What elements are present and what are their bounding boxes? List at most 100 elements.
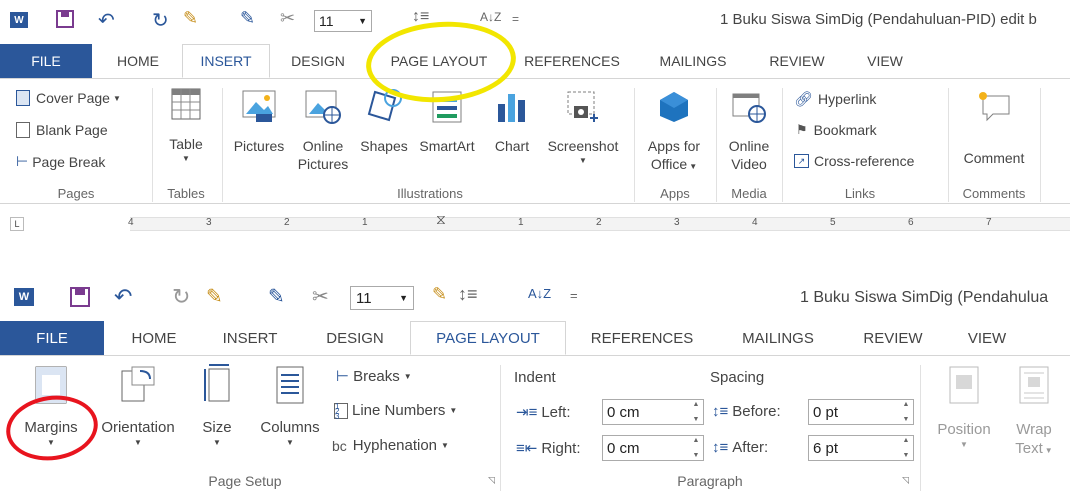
ruler-number: 5 [830, 217, 836, 228]
tab-view-label: VIEW [867, 53, 903, 69]
customize-qat-icon[interactable]: = [512, 12, 519, 26]
cut-icon[interactable]: ✂ [312, 284, 329, 309]
track-changes-icon[interactable]: ✎ [240, 8, 255, 29]
screenshot-button[interactable]: Screenshot ▼ [540, 90, 626, 166]
group-separator [222, 88, 223, 202]
spacing-after-label: ↕≡ After: [712, 439, 768, 456]
online-pictures-button[interactable]: Online Pictures [294, 90, 352, 173]
customize-qat-icon[interactable]: = [570, 288, 578, 303]
columns-button[interactable]: Columns ▼ [250, 365, 330, 448]
ruler-number: 1 [362, 217, 368, 228]
spinner-arrows-icon[interactable]: ▲ ▼ [901, 437, 911, 459]
hyperlink-button[interactable]: 🔗︎ Hyperlink [794, 90, 876, 108]
horizontal-ruler[interactable]: L 4 3 2 1 ⧖ 1 2 3 4 5 6 7 [0, 205, 1070, 239]
cover-page-icon [16, 90, 30, 106]
tab-insert[interactable]: INSERT [182, 44, 270, 78]
tab-mailings[interactable]: MAILINGS [728, 321, 828, 355]
page-break-button[interactable]: ⊢ Page Break [16, 153, 105, 170]
spinner-arrows-icon[interactable]: ▲ ▼ [691, 401, 701, 423]
cross-reference-icon: ↗ [794, 154, 809, 168]
hyphenation-button[interactable]: bc Hyphenation ▼ [332, 437, 449, 454]
indent-right-input[interactable]: 0 cm ▲ ▼ [602, 435, 704, 461]
tab-home-label: HOME [117, 53, 159, 69]
line-spacing-icon[interactable]: ↕≡ [458, 284, 478, 305]
sort-icon[interactable]: A↓Z [480, 10, 501, 24]
spacing-before-input[interactable]: 0 pt ▲ ▼ [808, 399, 914, 425]
save-icon[interactable] [70, 287, 90, 307]
cross-reference-button[interactable]: ↗ Cross-reference [794, 153, 914, 169]
format-painter-icon[interactable]: ✎ [183, 8, 198, 29]
tab-file[interactable]: FILE [0, 321, 104, 355]
word-app-icon[interactable]: W [10, 12, 28, 28]
online-pictures-label: Online [302, 138, 344, 154]
tab-review-label: REVIEW [769, 53, 825, 69]
pictures-button[interactable]: Pictures [230, 90, 288, 156]
sort-icon[interactable]: A↓Z [528, 286, 551, 301]
undo-icon[interactable]: ↶ [114, 284, 132, 310]
tab-references-label: REFERENCES [590, 329, 694, 347]
table-icon [171, 88, 201, 120]
tab-insert[interactable]: INSERT [210, 321, 290, 355]
tab-design[interactable]: DESIGN [278, 44, 358, 78]
bookmark-button[interactable]: ⚑ Bookmark [796, 122, 877, 138]
ruler-number: 3 [674, 217, 680, 228]
orientation-icon [121, 366, 155, 402]
tab-review[interactable]: REVIEW [762, 44, 832, 78]
wrap-text-button[interactable]: Wrap Text ▼ [1004, 365, 1064, 459]
word-app-icon[interactable]: W [14, 288, 34, 306]
dialog-launcher-icon[interactable]: ◹ [902, 475, 909, 486]
tab-references[interactable]: REFERENCES [580, 321, 704, 355]
pictures-label: Pictures [233, 138, 285, 154]
cut-icon[interactable]: ✂ [280, 8, 295, 29]
cover-page-button[interactable]: Cover Page ▼ [16, 90, 121, 106]
tab-references[interactable]: REFERENCES [518, 44, 626, 78]
tab-view[interactable]: VIEW [852, 44, 918, 78]
orientation-button[interactable]: Orientation ▼ [92, 363, 184, 448]
spacing-after-input[interactable]: 6 pt ▲ ▼ [808, 435, 914, 461]
tab-file[interactable]: FILE [0, 44, 92, 78]
group-label-apps: Apps [660, 186, 690, 201]
dialog-launcher-icon[interactable]: ◹ [488, 475, 495, 486]
tab-home[interactable]: HOME [116, 321, 192, 355]
size-button[interactable]: Size ▼ [194, 363, 240, 448]
bottom-quick-access-toolbar: W ↶ ↻ ✎ ✎ ✂ 11 ▼ ✎ ↕≡ A↓Z = 1 Buku Siswa… [0, 278, 1070, 318]
breaks-button[interactable]: ⊢ Breaks ▼ [336, 367, 412, 386]
save-icon[interactable] [56, 10, 74, 28]
tab-view[interactable]: VIEW [956, 321, 1018, 355]
format-painter-icon[interactable]: ✎ [206, 284, 223, 309]
spacing-before-value: 0 pt [813, 403, 839, 421]
position-button[interactable]: Position ▼ [928, 365, 1000, 450]
tab-review[interactable]: REVIEW [854, 321, 932, 355]
online-video-button[interactable]: Online Video [722, 90, 776, 173]
indent-left-text: Left: [541, 403, 571, 421]
comment-button[interactable]: Comment [954, 90, 1034, 168]
font-size-box[interactable]: 11 ▼ [350, 286, 414, 310]
chart-button[interactable]: Chart [488, 90, 536, 156]
indent-marker-icon[interactable]: ⧖ [436, 211, 446, 228]
track-changes-icon[interactable]: ✎ [268, 284, 285, 309]
spinner-arrows-icon[interactable]: ▲ ▼ [691, 437, 701, 459]
line-numbers-icon: 123 [334, 402, 348, 420]
size-icon [204, 364, 230, 402]
blank-page-button[interactable]: Blank Page [16, 122, 108, 138]
indent-heading: Indent [514, 369, 556, 386]
tab-design[interactable]: DESIGN [310, 321, 400, 355]
tab-mailings[interactable]: MAILINGS [648, 44, 738, 78]
cross-reference-label: Cross-reference [814, 153, 915, 169]
apps-for-office-button[interactable]: Apps for Office ▼ [640, 90, 708, 173]
table-button[interactable]: Table ▼ [160, 88, 212, 164]
line-numbers-button[interactable]: 123 Line Numbers ▼ [334, 402, 457, 420]
tab-mailings-label: MAILINGS [659, 53, 727, 69]
format-brush-icon[interactable]: ✎ [432, 284, 447, 305]
wrap-text-label: Wrap [1016, 421, 1052, 438]
font-size-box[interactable]: 11 ▼ [314, 10, 372, 32]
undo-icon[interactable]: ↶ [98, 8, 115, 33]
tab-page-layout[interactable]: PAGE LAYOUT [410, 321, 566, 355]
tab-home-label: HOME [131, 329, 177, 347]
tab-home[interactable]: HOME [103, 44, 173, 78]
redo-icon[interactable]: ↻ [152, 8, 169, 33]
tab-selector-icon[interactable]: L [10, 217, 24, 231]
indent-left-input[interactable]: 0 cm ▲ ▼ [602, 399, 704, 425]
spinner-arrows-icon[interactable]: ▲ ▼ [901, 401, 911, 423]
redo-icon[interactable]: ↻ [172, 284, 190, 310]
